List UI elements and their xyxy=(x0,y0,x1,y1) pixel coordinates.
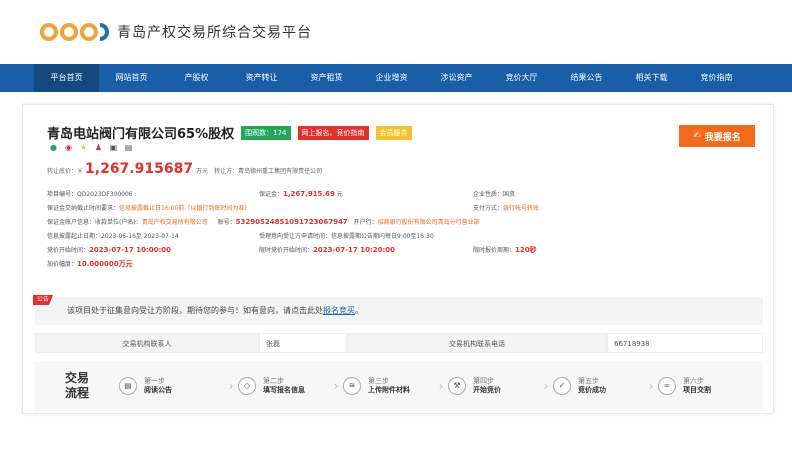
process-step-4: ⚒ 第四步 开始竞价 xyxy=(448,377,539,395)
chevron-right-icon: › xyxy=(333,379,339,393)
payment-method: 支付方式：银行帐号转账 xyxy=(473,205,540,212)
nav-item-bidding-guide[interactable]: 竞价指南 xyxy=(684,64,749,92)
contact-phone-label: 交易机构联系电话 xyxy=(347,333,607,353)
document-icon: ▤ xyxy=(119,377,137,395)
chevron-right-icon: › xyxy=(543,379,549,393)
account-info: 保证金账户信息：收款单位(户名)：青岛产权交易所有限公司 账号：53290524… xyxy=(47,218,480,226)
gavel-icon: ⚒ xyxy=(448,377,466,395)
site-logo[interactable]: 青岛产权交易所综合交易平台 xyxy=(40,22,312,42)
process-step-2: ◇ 第二步 填写报名信息 xyxy=(238,377,329,395)
increment: 加价幅度：10.000000万元 xyxy=(47,260,133,268)
contact-phone: 66718938 xyxy=(607,333,763,353)
process-step-1: ▤ 第一步 阅读公告 xyxy=(119,377,224,395)
print-icon[interactable]: ▤ xyxy=(124,143,133,152)
site-header: 青岛产权交易所综合交易平台 xyxy=(0,0,792,64)
nav-item-downloads[interactable]: 相关下载 xyxy=(619,64,684,92)
nav-item-site-home[interactable]: 网站首页 xyxy=(99,64,164,92)
disclosure-period: 信息披露起止日期：2023-06-16至 2023-07-14 xyxy=(47,233,179,240)
nav-item-results[interactable]: 结果公告 xyxy=(554,64,619,92)
signup-button-label: 我要报名 xyxy=(704,132,741,143)
contact-table: 交易机构联系人 张磊 交易机构联系电话 66718938 xyxy=(35,333,763,353)
chevron-right-icon: › xyxy=(648,379,654,393)
nav-item-litigation-assets[interactable]: 涉讼资产 xyxy=(424,64,489,92)
chevron-right-icon: › xyxy=(228,379,234,393)
transferor-label: 转让方： xyxy=(214,168,239,175)
price-value: 1,267.915687 xyxy=(85,161,194,177)
nav-item-bidding-hall[interactable]: 竞价大厅 xyxy=(489,64,554,92)
nav-item-equity[interactable]: 产股权 xyxy=(164,64,229,92)
coins-icon: ≋ xyxy=(343,377,361,395)
notice-bar: 该项目处于征集意向受让方阶段，期待您的参与！如有意向，请点击此处报名竞买。 xyxy=(35,297,763,325)
views-badge: 围观数：174 xyxy=(241,125,291,140)
process-step-6: ∞ 第六步 项目交割 xyxy=(658,377,744,395)
signup-button[interactable]: ✍ 我要报名 xyxy=(679,125,755,147)
title-row: 青岛电站阀门有限公司65%股权 围观数：174 网上报名、竞价指南 会员服务 xyxy=(47,123,412,142)
timed-bid-start: 限时竞价开始时间：2023-07-17 10:20:00 xyxy=(259,246,396,254)
copy-icon[interactable]: ▣ xyxy=(109,143,118,152)
nav-item-platform-home[interactable]: 平台首页 xyxy=(34,64,99,92)
contact-person: 张磊 xyxy=(259,333,347,353)
nav-item-asset-lease[interactable]: 资产租赁 xyxy=(294,64,359,92)
wechat-icon[interactable]: ● xyxy=(49,143,58,152)
nav-item-asset-transfer[interactable]: 资产转让 xyxy=(229,64,294,92)
share-icons: ● ◉ ★ ♟ ▣ ▤ xyxy=(49,143,133,152)
contact-person-label: 交易机构联系人 xyxy=(35,333,259,353)
process-step-5: ✓ 第五步 竞价成功 xyxy=(553,377,644,395)
weibo-icon[interactable]: ◉ xyxy=(64,143,73,152)
signup-icon: ✍ xyxy=(693,131,701,141)
signup-guide-badge[interactable]: 网上报名、竞价指南 xyxy=(297,125,369,140)
project-no: 项目编号：QD2023DF300006 xyxy=(47,191,133,198)
bid-start: 竞价开始时间：2023-07-17 10:00:00 xyxy=(47,246,172,254)
logo-mark-icon xyxy=(40,23,109,41)
site-name: 青岛产权交易所综合交易平台 xyxy=(117,25,312,41)
project-title: 青岛电站阀门有限公司65%股权 xyxy=(47,127,235,142)
price-label: 转让底价：￥ xyxy=(47,168,84,175)
price-row: 转让底价：￥ 1,267.915687 万元 转让方： 青岛德州重工集团有限责任… xyxy=(47,161,322,177)
acceptance-note: 受理意向受让方申请时间：信息披露期公告期内每日9:00至16:30 xyxy=(259,233,434,240)
deposit: 保证金：1,267,915.69 元 xyxy=(259,190,343,198)
user-icon[interactable]: ♟ xyxy=(94,143,103,152)
member-service-badge[interactable]: 会员服务 xyxy=(375,125,412,140)
nav-item-capital-increase[interactable]: 企业增资 xyxy=(359,64,424,92)
process-step-3: ≋ 第三步 上传附件材料 xyxy=(343,377,434,395)
tag-icon: ◇ xyxy=(238,377,256,395)
register-bid-link[interactable]: 报名竞买 xyxy=(323,306,355,315)
transferor-value: 青岛德州重工集团有限责任公司 xyxy=(238,168,323,175)
deposit-deadline: 保证金交纳截止时间要求：信息披露截止日16:00前（以银行到账时间为准） xyxy=(47,205,251,212)
chevron-right-icon: › xyxy=(438,379,444,393)
trade-process: 交易 流程 ▤ 第一步 阅读公告 › ◇ 第二步 填写报名信息 › ≋ 第三步 上传附… xyxy=(35,361,763,411)
bid-cycle: 限时报价周期：120秒 xyxy=(473,246,537,254)
check-icon: ✓ xyxy=(553,377,571,395)
project-panel: 青岛电站阀门有限公司65%股权 围观数：174 网上报名、竞价指南 会员服务 ●… xyxy=(22,104,774,414)
price-unit: 万元 xyxy=(196,168,209,175)
enterprise-type: 企业性质：国资 xyxy=(473,191,516,198)
main-nav: 平台首页 网站首页 产股权 资产转让 资产租赁 企业增资 涉讼资产 竞价大厅 结… xyxy=(0,64,792,92)
favorite-icon[interactable]: ★ xyxy=(79,143,88,152)
handshake-icon: ∞ xyxy=(658,377,676,395)
process-title: 交易 流程 xyxy=(64,371,89,400)
